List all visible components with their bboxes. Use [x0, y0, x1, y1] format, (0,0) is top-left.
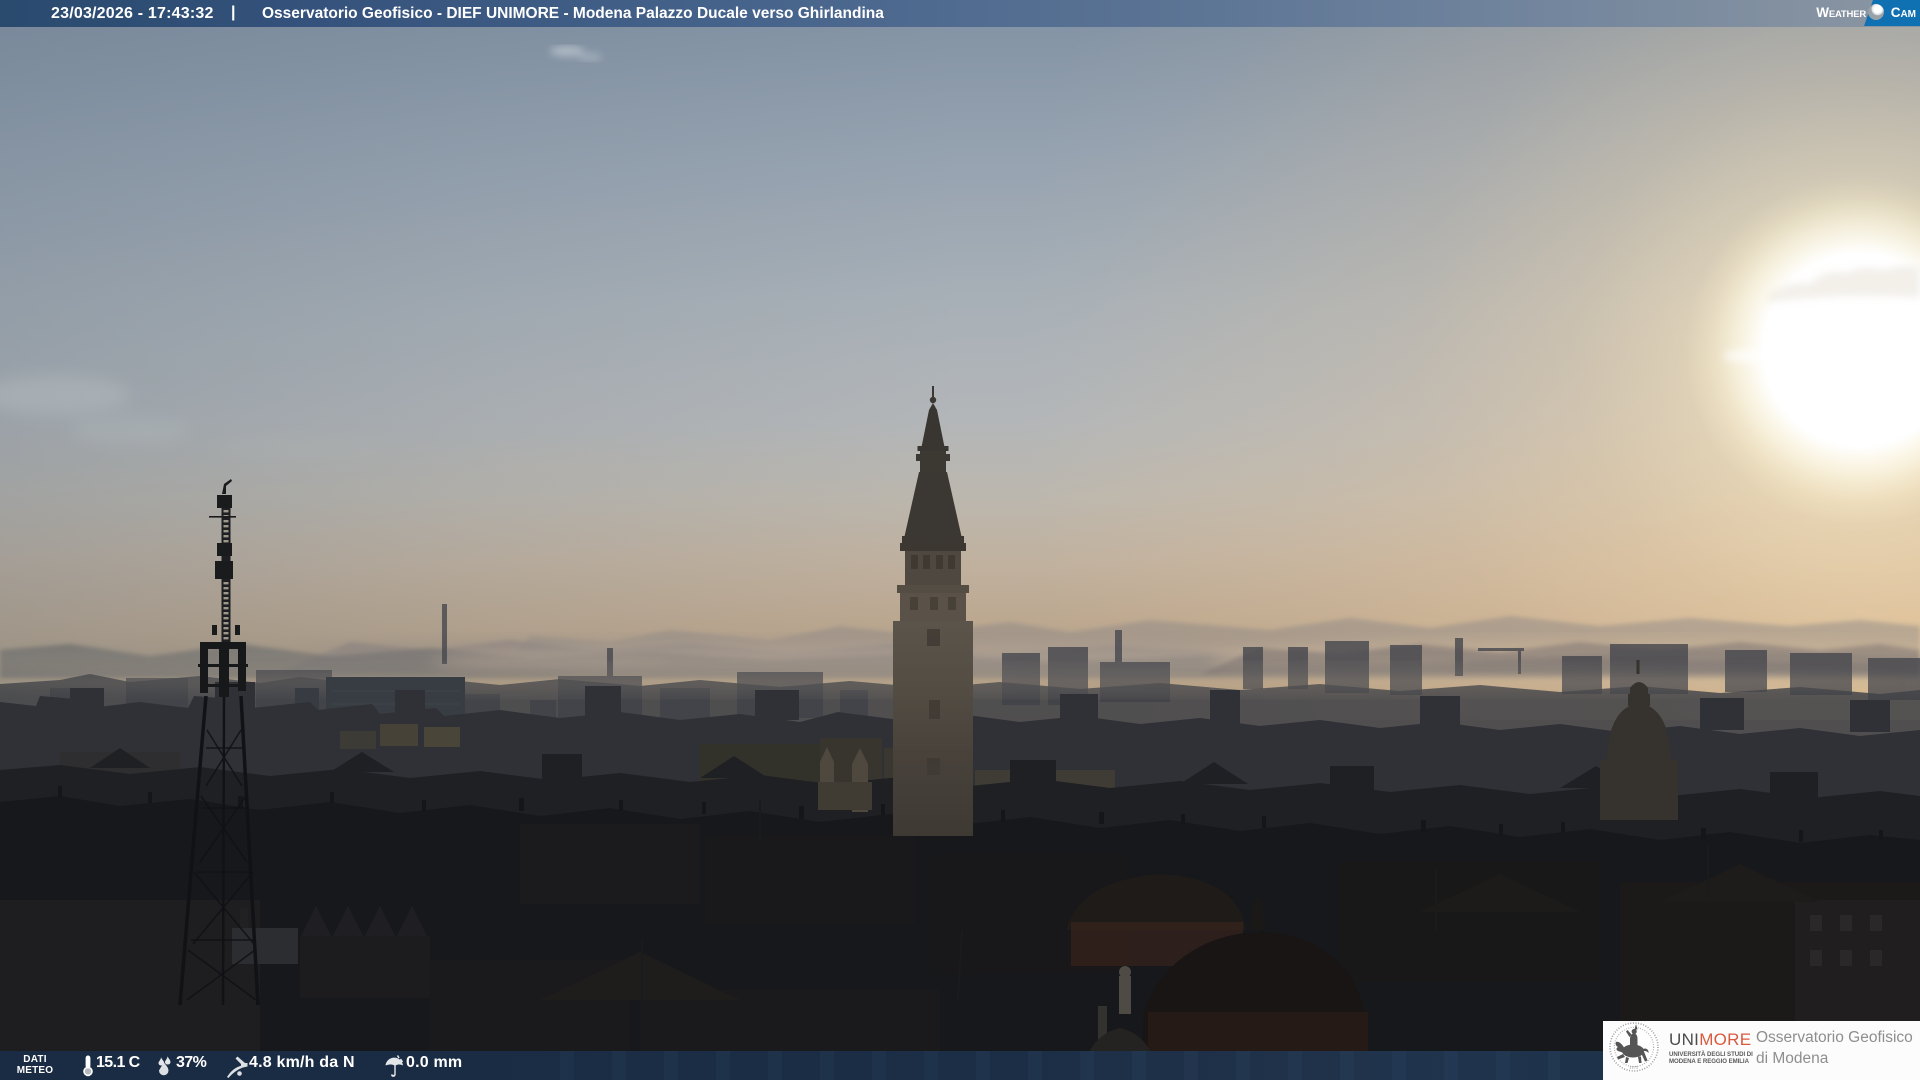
svg-text:1175: 1175	[1629, 1065, 1639, 1070]
